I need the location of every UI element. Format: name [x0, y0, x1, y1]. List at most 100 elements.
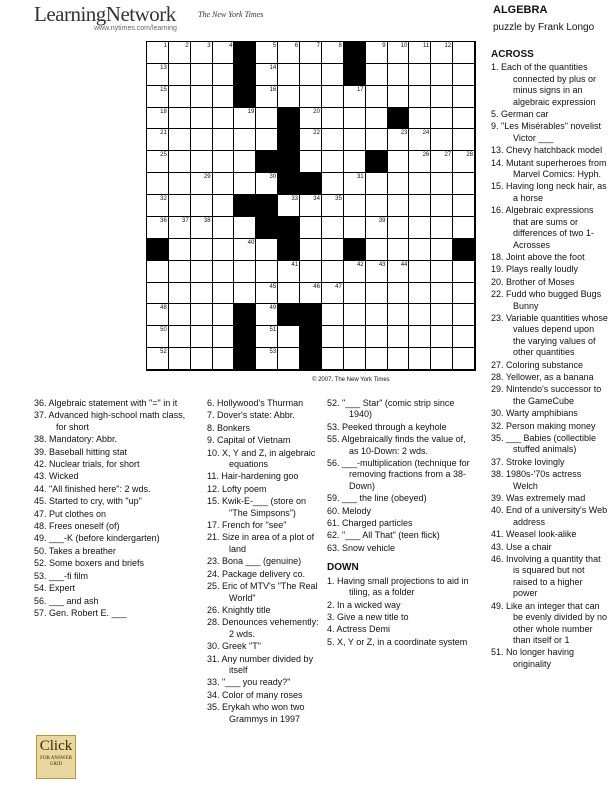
- grid-cell[interactable]: [409, 348, 432, 370]
- grid-cell[interactable]: 33: [278, 195, 301, 217]
- grid-cell[interactable]: [278, 85, 301, 108]
- grid-cell[interactable]: [431, 85, 454, 108]
- grid-cell[interactable]: [300, 151, 322, 174]
- grid-cell[interactable]: 42: [343, 260, 366, 283]
- grid-cell[interactable]: [321, 326, 344, 349]
- grid-cell[interactable]: [321, 63, 344, 86]
- grid-cell[interactable]: 49: [256, 304, 279, 327]
- grid-cell[interactable]: [387, 85, 410, 108]
- grid-cell[interactable]: [343, 348, 366, 370]
- grid-cell[interactable]: [453, 173, 475, 196]
- grid-cell[interactable]: [321, 216, 344, 239]
- grid-cell[interactable]: [453, 42, 475, 64]
- grid-cell[interactable]: 23: [387, 129, 410, 152]
- grid-cell[interactable]: [212, 195, 235, 217]
- grid-cell[interactable]: [212, 282, 235, 305]
- grid-cell[interactable]: [365, 326, 388, 349]
- grid-cell[interactable]: [409, 326, 432, 349]
- grid-cell[interactable]: 39: [365, 216, 388, 239]
- grid-cell[interactable]: [190, 107, 213, 130]
- grid-cell[interactable]: 28: [453, 151, 475, 174]
- grid-cell[interactable]: [409, 195, 432, 217]
- grid-cell[interactable]: [321, 129, 344, 152]
- grid-cell[interactable]: [409, 85, 432, 108]
- grid-cell[interactable]: [431, 348, 454, 370]
- grid-cell[interactable]: [168, 304, 191, 327]
- grid-cell[interactable]: 47: [321, 282, 344, 305]
- grid-cell[interactable]: 18: [147, 107, 169, 130]
- grid-cell[interactable]: [343, 326, 366, 349]
- grid-cell[interactable]: [365, 107, 388, 130]
- grid-cell[interactable]: [453, 304, 475, 327]
- grid-cell[interactable]: 41: [278, 260, 301, 283]
- grid-cell[interactable]: 53: [256, 348, 279, 370]
- grid-cell[interactable]: 19: [234, 107, 257, 130]
- grid-cell[interactable]: [212, 173, 235, 196]
- grid-cell[interactable]: [387, 348, 410, 370]
- answer-grid-button[interactable]: Click FOR ANSWER GRID: [36, 735, 76, 779]
- grid-cell[interactable]: [147, 260, 169, 283]
- grid-cell[interactable]: 27: [431, 151, 454, 174]
- grid-cell[interactable]: [321, 238, 344, 261]
- grid-cell[interactable]: [431, 173, 454, 196]
- grid-cell[interactable]: [321, 348, 344, 370]
- grid-cell[interactable]: 5: [256, 42, 279, 64]
- grid-cell[interactable]: [409, 216, 432, 239]
- grid-cell[interactable]: [409, 63, 432, 86]
- grid-cell[interactable]: 52: [147, 348, 169, 370]
- grid-cell[interactable]: [190, 63, 213, 86]
- grid-cell[interactable]: 30: [256, 173, 279, 196]
- grid-cell[interactable]: [409, 282, 432, 305]
- grid-cell[interactable]: [234, 173, 257, 196]
- grid-cell[interactable]: [431, 326, 454, 349]
- grid-cell[interactable]: [343, 195, 366, 217]
- grid-cell[interactable]: [212, 107, 235, 130]
- grid-cell[interactable]: [431, 63, 454, 86]
- grid-cell[interactable]: [365, 195, 388, 217]
- grid-cell[interactable]: [256, 129, 279, 152]
- grid-cell[interactable]: [300, 85, 322, 108]
- grid-cell[interactable]: [453, 260, 475, 283]
- grid-cell[interactable]: [431, 129, 454, 152]
- grid-cell[interactable]: [409, 107, 432, 130]
- grid-cell[interactable]: [168, 348, 191, 370]
- grid-cell[interactable]: [168, 151, 191, 174]
- grid-cell[interactable]: [278, 326, 301, 349]
- grid-cell[interactable]: 37: [168, 216, 191, 239]
- grid-cell[interactable]: [212, 85, 235, 108]
- grid-cell[interactable]: [212, 260, 235, 283]
- grid-cell[interactable]: 36: [147, 216, 169, 239]
- grid-cell[interactable]: [190, 129, 213, 152]
- grid-cell[interactable]: [168, 282, 191, 305]
- grid-cell[interactable]: [321, 260, 344, 283]
- grid-cell[interactable]: [234, 129, 257, 152]
- grid-cell[interactable]: [321, 173, 344, 196]
- grid-cell[interactable]: [387, 151, 410, 174]
- grid-cell[interactable]: [365, 173, 388, 196]
- grid-cell[interactable]: [409, 304, 432, 327]
- grid-cell[interactable]: [365, 348, 388, 370]
- grid-cell[interactable]: 35: [321, 195, 344, 217]
- grid-cell[interactable]: [256, 238, 279, 261]
- grid-cell[interactable]: [234, 216, 257, 239]
- grid-cell[interactable]: 29: [190, 173, 213, 196]
- grid-cell[interactable]: 14: [256, 63, 279, 86]
- grid-cell[interactable]: [212, 348, 235, 370]
- grid-cell[interactable]: [387, 63, 410, 86]
- grid-cell[interactable]: [190, 260, 213, 283]
- grid-cell[interactable]: [387, 216, 410, 239]
- grid-cell[interactable]: [321, 85, 344, 108]
- grid-cell[interactable]: 44: [387, 260, 410, 283]
- grid-cell[interactable]: 46: [300, 282, 322, 305]
- grid-cell[interactable]: [234, 282, 257, 305]
- grid-cell[interactable]: [300, 216, 322, 239]
- grid-cell[interactable]: [431, 195, 454, 217]
- grid-cell[interactable]: [212, 129, 235, 152]
- grid-cell[interactable]: [453, 282, 475, 305]
- grid-cell[interactable]: [343, 107, 366, 130]
- grid-cell[interactable]: [168, 326, 191, 349]
- grid-cell[interactable]: 17: [343, 85, 366, 108]
- grid-cell[interactable]: [300, 63, 322, 86]
- grid-cell[interactable]: [234, 260, 257, 283]
- grid-cell[interactable]: 51: [256, 326, 279, 349]
